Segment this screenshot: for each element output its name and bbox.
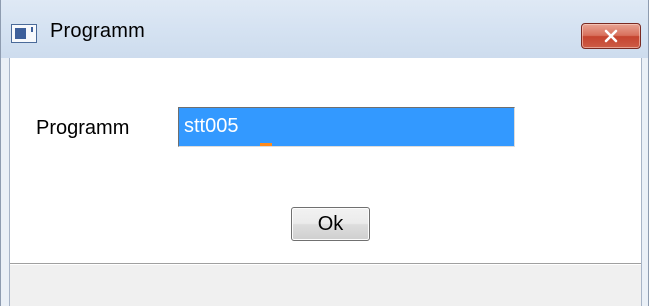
status-bar — [10, 265, 641, 306]
app-icon-mark — [31, 27, 33, 32]
ok-button[interactable]: Ok — [291, 207, 370, 241]
programm-input-value[interactable]: stt005 — [184, 115, 238, 138]
programm-label: Programm — [36, 117, 130, 139]
close-button[interactable] — [581, 23, 641, 49]
window-title: Programm — [50, 20, 145, 42]
dialog-body: Programm stt005 Ok — [9, 58, 642, 306]
programm-input[interactable]: stt005 — [178, 107, 515, 147]
text-cursor — [260, 143, 272, 146]
application-window-icon[interactable] — [11, 24, 37, 43]
close-icon — [604, 29, 618, 43]
title-bar[interactable]: Programm — [1, 0, 648, 58]
app-icon-pane — [15, 28, 26, 39]
dialog-window: Programm Programm stt005 Ok — [0, 0, 649, 306]
